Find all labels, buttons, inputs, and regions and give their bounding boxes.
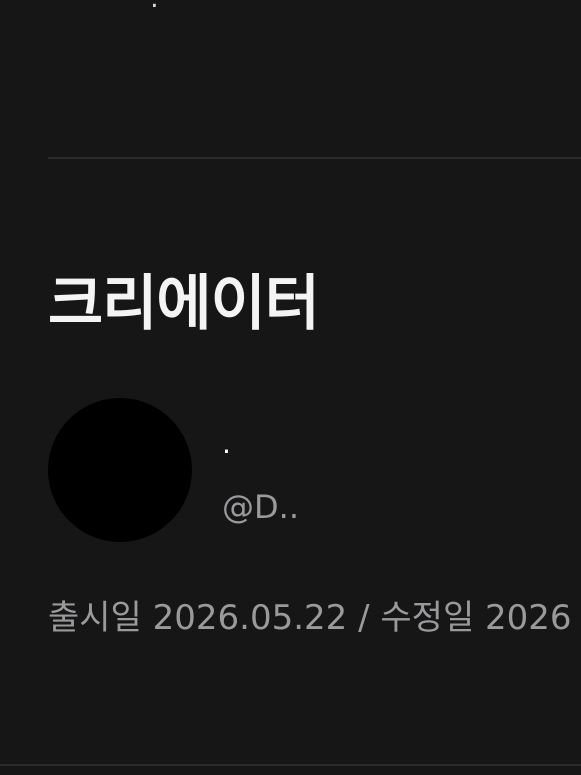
bottom-divider <box>0 764 581 766</box>
creator-name[interactable]: · <box>222 436 231 468</box>
clipped-header-text: ․′′ ′ ′ ′′ ′ <box>150 0 257 14</box>
avatar[interactable] <box>48 398 192 542</box>
section-divider <box>48 157 581 159</box>
creator-handle[interactable]: @D.. <box>222 488 299 526</box>
creator-profile[interactable]: · @D.. <box>48 398 581 542</box>
release-update-dates: 출시일 2026.05.22 / 수정일 2026 <box>48 598 572 638</box>
section-title: 크리에이터 <box>48 269 320 339</box>
